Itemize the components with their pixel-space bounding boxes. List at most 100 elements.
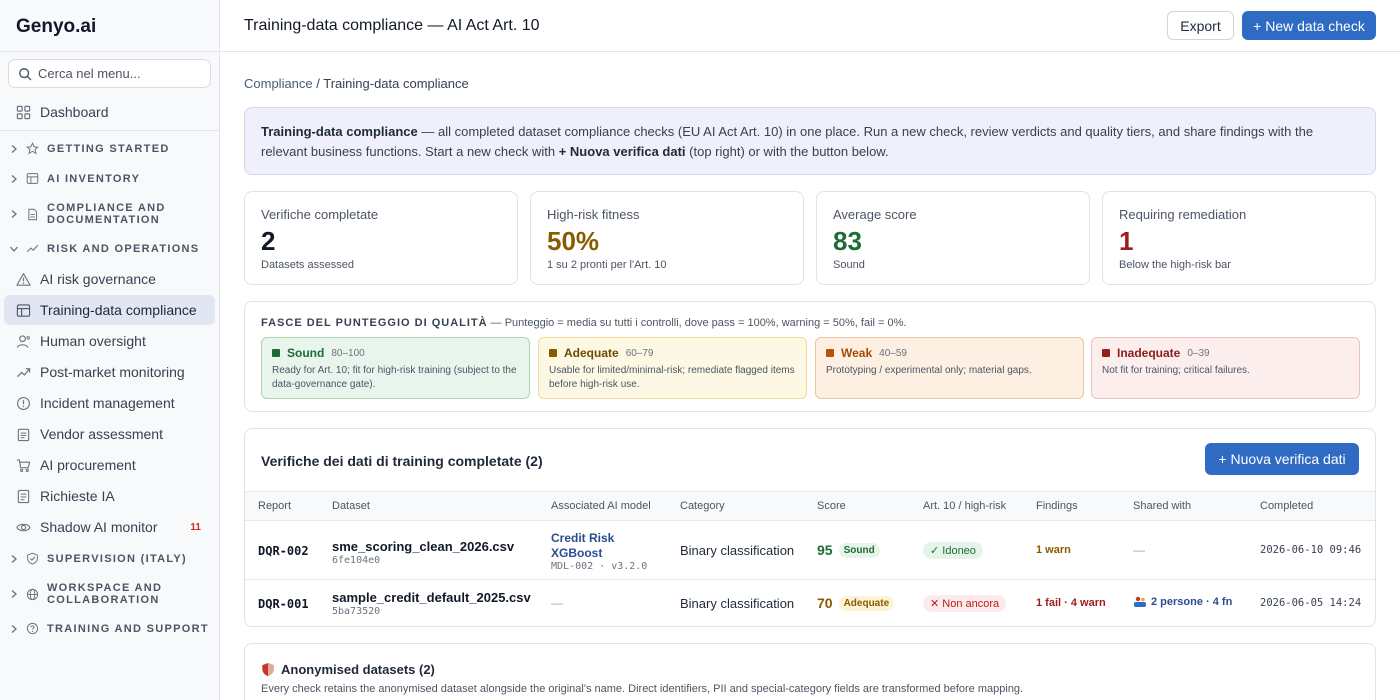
stat-label: Average score <box>833 207 917 222</box>
tier-name: Weak <box>841 346 873 360</box>
section-ai-inventory[interactable]: AI INVENTORY <box>8 172 213 185</box>
button-label: Nuova verifica dati <box>1230 451 1346 467</box>
report-id[interactable]: DQR-001 <box>258 597 309 611</box>
warning-icon <box>16 272 31 286</box>
chevron-right-icon <box>11 144 17 153</box>
export-button[interactable]: Export <box>1167 11 1234 40</box>
section-compliance[interactable]: COMPLIANCE AND DOCUMENTATION <box>8 202 213 226</box>
tier-card-inadequate: Inadequate 0–39 Not fit for training; cri… <box>1091 337 1360 399</box>
completed-checks-table: Verifiche dei dati di training completat… <box>244 428 1376 627</box>
stat-sub: Below the high-risk bar <box>1119 259 1231 271</box>
shield-icon <box>262 662 274 677</box>
score-cell: 70 Adequate <box>817 595 895 611</box>
new-verification-button[interactable]: + Nuova verifica dati <box>1205 443 1359 475</box>
info-text: (top right) or with the button below. <box>685 144 889 159</box>
findings[interactable]: 1 warn <box>1036 544 1071 556</box>
column-header[interactable]: Findings <box>1036 500 1078 512</box>
section-label: TRAINING AND SUPPORT <box>47 622 209 635</box>
sidebar-item-label: AI risk governance <box>40 271 156 287</box>
shared-with[interactable]: 2 persone · 4 fn <box>1133 596 1232 608</box>
tier-range: 60–79 <box>625 347 654 359</box>
column-header[interactable]: Shared with <box>1133 500 1191 512</box>
sidebar-item-human-oversight[interactable]: Human oversight <box>4 326 215 356</box>
chevron-right-icon <box>11 210 17 218</box>
tier-description: Ready for Art. 10; fit for high-risk tra… <box>272 365 517 390</box>
sidebar-item-procurement[interactable]: AI procurement <box>4 450 215 480</box>
column-header[interactable]: Dataset <box>332 500 370 512</box>
chevron-down-icon <box>10 246 18 252</box>
model-empty: — <box>551 596 563 610</box>
info-action: + Nuova verifica dati <box>558 144 686 159</box>
trend-icon <box>26 244 39 253</box>
sidebar-item-post-market[interactable]: Post-market monitoring <box>4 357 215 387</box>
completed-date: 2026-06-05 14:24 <box>1260 597 1362 609</box>
table-icon <box>26 173 39 184</box>
new-data-check-button[interactable]: + New data check <box>1242 11 1376 40</box>
sidebar-item-label: Dashboard <box>40 104 109 120</box>
search-input[interactable] <box>38 66 198 81</box>
column-header[interactable]: Associated AI model <box>551 500 651 512</box>
sidebar-item-incident[interactable]: Incident management <box>4 388 215 418</box>
cart-icon <box>16 458 31 472</box>
column-header[interactable]: Category <box>680 500 725 512</box>
model-link[interactable]: Credit Risk XGBoost <box>551 531 647 561</box>
sidebar-item-label: AI procurement <box>40 457 136 473</box>
report-id[interactable]: DQR-002 <box>258 544 309 558</box>
alert-circle-icon <box>17 396 30 410</box>
brand-logo[interactable]: Genyo.ai <box>16 16 96 38</box>
breadcrumb-link-compliance[interactable]: Compliance <box>244 76 313 91</box>
chevron-right-icon <box>11 590 17 598</box>
globe-icon <box>26 588 39 600</box>
stat-value: 1 <box>1119 226 1134 256</box>
shared-with-label: 2 persone · 4 fn <box>1151 596 1233 608</box>
tier-color-swatch <box>1102 349 1110 357</box>
column-header[interactable]: Completed <box>1260 500 1313 512</box>
section-workspace[interactable]: WORKSPACE AND COLLABORATION <box>8 582 213 606</box>
completed-date: 2026-06-10 09:46 <box>1260 544 1362 556</box>
sidebar-item-richieste[interactable]: Richieste IA <box>4 481 215 511</box>
dataset-hash: 5ba73520 <box>332 606 381 617</box>
score-cell: 95 Sound <box>817 542 880 558</box>
model-cell: Credit Risk XGBoost MDL-002 · v3.2.0 <box>551 531 647 572</box>
trend-icon <box>16 367 31 377</box>
tier-name: Sound <box>287 346 325 360</box>
anonymised-title: Anonymised datasets (2) <box>261 662 435 677</box>
stat-sub: 1 su 2 pronti per l'Art. 10 <box>547 259 667 271</box>
sidebar-item-ai-risk[interactable]: AI risk governance <box>4 264 215 294</box>
section-supervision[interactable]: SUPERVISION (ITALY) <box>8 552 213 565</box>
sidebar-item-training-data[interactable]: Training-data compliance <box>4 295 215 325</box>
column-header[interactable]: Report <box>258 500 291 512</box>
dataset-name[interactable]: sample_credit_default_2025.csv <box>332 590 531 605</box>
model-version: MDL-002 · v3.2.0 <box>551 561 648 572</box>
section-risk-operations[interactable]: RISK AND OPERATIONS <box>8 242 213 255</box>
tier-name: Adequate <box>564 346 619 360</box>
sidebar-item-label: Shadow AI monitor <box>40 519 158 535</box>
score-value: 95 <box>817 542 833 558</box>
eye-icon <box>16 523 31 531</box>
section-getting-started[interactable]: GETTING STARTED <box>8 142 213 155</box>
breadcrumb-separator: / <box>312 76 324 91</box>
dataset-name[interactable]: sme_scoring_clean_2026.csv <box>332 539 514 554</box>
table-row[interactable]: DQR-001 sample_credit_default_2025.csv 5… <box>245 581 1375 626</box>
table-header: Report Dataset Associated AI model Categ… <box>245 491 1375 521</box>
table-row[interactable]: DQR-002 sme_scoring_clean_2026.csv 6fe10… <box>245 521 1375 580</box>
sidebar-item-label: Post-market monitoring <box>40 364 185 380</box>
dataset-cell: sample_credit_default_2025.csv 5ba73520 <box>332 590 531 617</box>
section-training-support[interactable]: TRAINING AND SUPPORT <box>8 622 213 635</box>
grid-icon <box>16 105 31 119</box>
art10-status-badge: ✓ Idoneo <box>923 542 983 559</box>
sidebar-item-shadow-ai[interactable]: Shadow AI monitor 11 <box>4 512 215 542</box>
search-box[interactable] <box>8 59 211 88</box>
findings[interactable]: 1 fail · 4 warn <box>1036 597 1106 609</box>
tiers-heading: FASCE DEL PUNTEGGIO DI QUALITÀ — Puntegg… <box>261 317 907 329</box>
page-title: Training-data compliance — AI Act Art. 1… <box>244 17 540 34</box>
column-header[interactable]: Score <box>817 500 846 512</box>
info-banner: Training-data compliance — all completed… <box>244 107 1376 175</box>
stat-value: 50% <box>547 226 600 256</box>
column-header[interactable]: Art. 10 / high-risk <box>923 500 1006 512</box>
sidebar-item-dashboard[interactable]: Dashboard <box>4 97 215 127</box>
tier-badge: Sound <box>838 542 880 558</box>
chevron-right-icon <box>11 554 17 563</box>
sidebar-item-vendor[interactable]: Vendor assessment <box>4 419 215 449</box>
sidebar-item-label: Richieste IA <box>40 488 115 504</box>
